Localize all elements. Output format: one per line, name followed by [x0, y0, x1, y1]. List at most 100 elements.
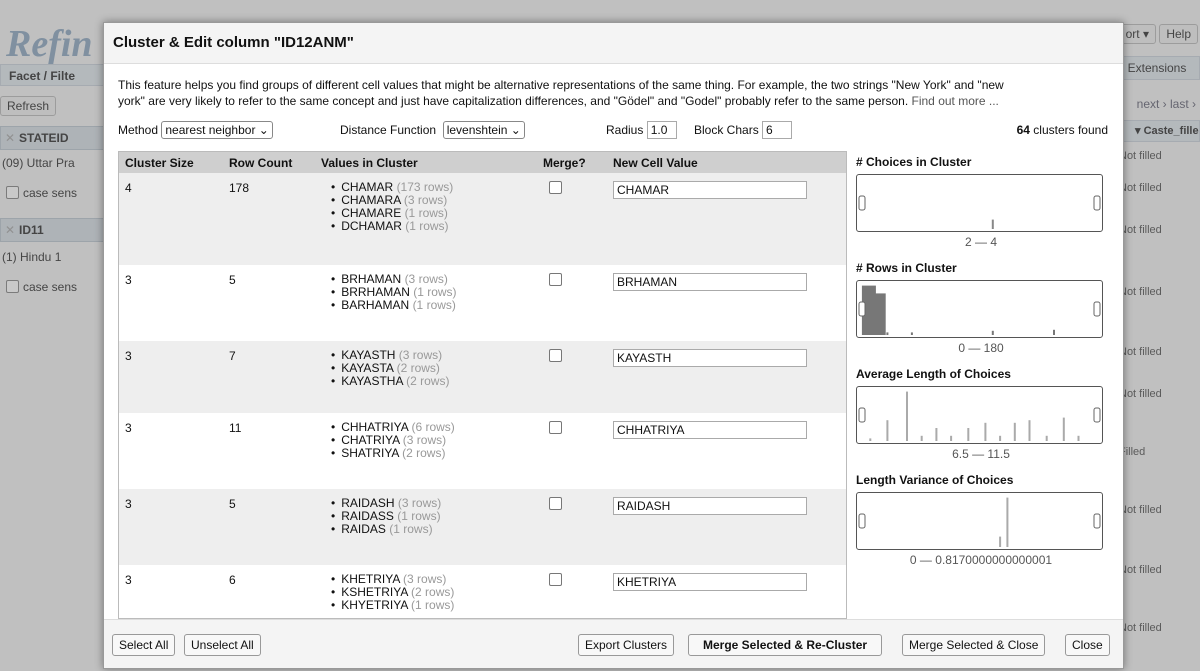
- value-row-count: (3 rows): [397, 496, 442, 510]
- range-slider-handle[interactable]: [858, 513, 866, 529]
- value-row-count: (1 rows): [404, 206, 448, 220]
- chevron-down-icon: ⌄: [258, 123, 269, 137]
- method-control: Method nearest neighbor ⌄: [118, 121, 273, 139]
- distance-control: Distance Function levenshtein ⌄: [340, 121, 525, 139]
- range-slider-handle[interactable]: [1093, 513, 1101, 529]
- list-item: KAYASTHA (2 rows): [331, 375, 531, 388]
- range-slider-handle[interactable]: [858, 301, 866, 317]
- histogram-chart[interactable]: [856, 280, 1103, 338]
- merge-checkbox[interactable]: [549, 273, 562, 286]
- value-row-count: (1 rows): [397, 509, 441, 523]
- histogram-bar: [1062, 417, 1065, 441]
- chart-range-label: 0 — 180: [958, 341, 1004, 355]
- values-cell: KHETRIYA (3 rows)KSHETRIYA (2 rows)KHYET…: [315, 565, 537, 618]
- histogram-chart[interactable]: [856, 386, 1103, 444]
- block-chars-input[interactable]: 6: [762, 121, 793, 139]
- cluster-value: KAYASTH: [341, 348, 396, 362]
- table-row: 3 5 BRHAMAN (3 rows)BRRHAMAN (1 rows)BARHA…: [119, 265, 846, 341]
- value-row-count: (3 rows): [403, 193, 448, 207]
- select-all-button[interactable]: Select All: [112, 634, 176, 656]
- merge-checkbox[interactable]: [549, 421, 562, 434]
- range-slider-handle[interactable]: [1093, 195, 1101, 211]
- new-cell-value-input[interactable]: BRHAMAN: [613, 273, 807, 291]
- radius-control: Radius 1.0: [606, 121, 677, 139]
- merge-close-button[interactable]: Merge Selected & Close: [902, 634, 1046, 656]
- unselect-all-button[interactable]: Unselect All: [184, 634, 261, 656]
- clusters-table[interactable]: Cluster Size Row Count Values in Cluster…: [118, 151, 847, 619]
- values-cell: KAYASTH (3 rows) KAYASTA (2 rows)KAYASTHA…: [315, 341, 537, 413]
- value-row-count: (3 rows): [398, 348, 443, 362]
- dialog-footer: Select All Unselect All Export Clusters …: [104, 619, 1123, 668]
- value-row-count: (173 rows): [396, 180, 454, 194]
- cluster-value: BRRHAMAN: [341, 285, 410, 299]
- table-row: 37KAYASTH (3 rows)KAYASTA (2 rows)KAYAST…: [119, 341, 846, 413]
- new-cell-value-input[interactable]: CHAMAR: [613, 181, 807, 199]
- cluster-value: RAIDASH: [341, 496, 395, 510]
- block-chars-control: Block Chars 6: [694, 121, 793, 139]
- value-row-count: (1 rows): [412, 298, 456, 312]
- list-item: RAIDAS (1 rows): [331, 523, 531, 536]
- cluster-value: KAYASTA: [341, 361, 394, 375]
- merge-checkbox[interactable]: [549, 497, 562, 510]
- chart-title: Length Variance of Choices: [856, 473, 1014, 487]
- chart-title: Average Length of Choices: [856, 367, 1011, 381]
- new-cell-value-input[interactable]: KAYASTH: [613, 349, 807, 367]
- merge-checkbox[interactable]: [549, 349, 562, 362]
- cluster-size-cell: 3: [125, 573, 132, 587]
- column-header: Cluster Size: [119, 152, 223, 173]
- merge-cell: [537, 413, 607, 489]
- radius-input[interactable]: 1.0: [646, 121, 677, 139]
- histogram-bar: [910, 332, 913, 335]
- values-cell: BRHAMAN (3 rows)BRRHAMAN (1 rows)BARHAMA…: [315, 265, 537, 341]
- cluster-value: KAYASTHA: [341, 374, 403, 388]
- new-value-cell: CHHATRIYA: [607, 413, 846, 489]
- range-slider-handle[interactable]: [1093, 301, 1101, 317]
- find-out-more-link[interactable]: Find out more ...: [912, 94, 999, 108]
- cluster-value: CHATRIYA: [341, 433, 400, 447]
- distance-function-select[interactable]: levenshtein ⌄: [442, 121, 525, 139]
- chart-title: # Choices in Cluster: [856, 155, 972, 169]
- histogram-bar: [967, 428, 970, 441]
- histogram-svg: [858, 195, 1101, 229]
- histogram-svg: [858, 497, 1101, 547]
- histogram-bar: [869, 438, 872, 441]
- list-item: KHYETRIYA (1 rows): [331, 599, 531, 612]
- histogram-bar: [1053, 329, 1055, 335]
- merge-cell: [537, 341, 607, 413]
- histogram-svg: [858, 391, 1101, 441]
- cluster-value: KHETRIYA: [341, 572, 400, 586]
- histogram-bar: [935, 428, 938, 441]
- cluster-edit-dialog: Cluster & Edit column "ID12ANM" This fea…: [103, 22, 1124, 669]
- cluster-size-cell: 3: [125, 421, 132, 435]
- histogram-bar: [1006, 497, 1009, 547]
- values-cell: CHHATRIYA (6 rows) CHATRIYA (3 rows)SHATR…: [315, 413, 537, 489]
- close-button[interactable]: Close: [1065, 634, 1110, 656]
- row-count-cell: 6: [229, 573, 236, 587]
- export-clusters-button[interactable]: Export Clusters: [578, 634, 675, 656]
- merge-checkbox[interactable]: [549, 181, 562, 194]
- merge-checkbox[interactable]: [549, 573, 562, 586]
- table-row: 3 11 CHHATRIYA (6 rows) CHATRIYA (3 rows)SH…: [119, 413, 846, 489]
- merge-recluster-button[interactable]: Merge Selected & Re-Cluster: [688, 634, 883, 656]
- histogram-bar: [991, 219, 994, 229]
- new-cell-value-input[interactable]: RAIDASH: [613, 497, 807, 515]
- new-cell-value-input[interactable]: KHETRIYA: [613, 573, 807, 591]
- range-slider-handle[interactable]: [858, 407, 866, 423]
- method-select[interactable]: nearest neighbor ⌄: [161, 121, 273, 139]
- range-slider-handle[interactable]: [858, 195, 866, 211]
- histogram-chart[interactable]: [856, 492, 1103, 550]
- histogram-svg: [858, 285, 1101, 335]
- row-count-cell: 5: [229, 273, 236, 287]
- new-value-cell: KAYASTH: [607, 341, 846, 413]
- histogram-bar: [920, 435, 923, 441]
- histogram-chart[interactable]: [856, 174, 1103, 232]
- range-slider-handle[interactable]: [1093, 407, 1101, 423]
- value-row-count: (3 rows): [403, 572, 447, 586]
- value-row-count: (2 rows): [406, 374, 450, 388]
- histogram-bar: [906, 391, 908, 441]
- row-count-cell: 11: [229, 421, 242, 435]
- cluster-value: BARHAMAN: [341, 298, 410, 312]
- column-header: New Cell Value: [607, 152, 846, 173]
- new-cell-value-input[interactable]: CHHATRIYA: [613, 421, 807, 439]
- chart-range-label: 6.5 — 11.5: [952, 447, 1010, 461]
